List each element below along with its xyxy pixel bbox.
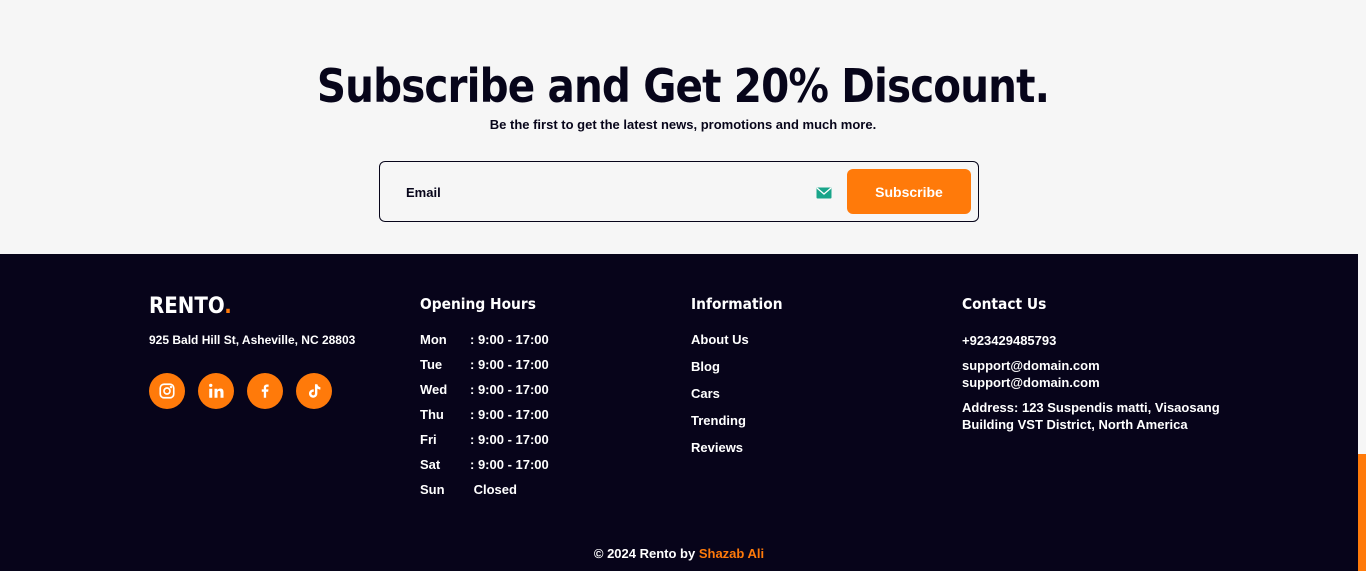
- contact-title: Contact Us: [962, 295, 1047, 313]
- link-about-us[interactable]: About Us: [691, 332, 749, 348]
- copyright-text: © 2024 Rento by: [593, 546, 699, 561]
- hours-time: : 9:00 - 17:00: [470, 407, 549, 422]
- subscribe-title: Subscribe and Get 20% Discount.: [316, 59, 1050, 113]
- link-trending[interactable]: Trending: [691, 413, 746, 429]
- information-title: Information: [691, 295, 783, 313]
- link-blog[interactable]: Blog: [691, 359, 720, 375]
- hours-day: Thu: [420, 407, 444, 422]
- hours-time: : 9:00 - 17:00: [470, 332, 549, 347]
- footer: RENTO. 925 Bald Hill St, Asheville, NC 2…: [0, 254, 1358, 571]
- hours-time: Closed: [470, 482, 517, 497]
- hours-day: Tue: [420, 357, 443, 372]
- instagram-icon[interactable]: [149, 373, 185, 409]
- contact-address: Building VST District, North America: [962, 417, 1188, 432]
- link-cars[interactable]: Cars: [691, 386, 720, 402]
- hours-row: Fri : 9:00 - 17:00: [420, 432, 549, 448]
- hours-day: Wed: [420, 382, 448, 397]
- hours-time: : 9:00 - 17:00: [470, 457, 549, 472]
- copyright: © 2024 Rento by Shazab Ali: [0, 546, 1358, 561]
- hours-time: : 9:00 - 17:00: [470, 357, 549, 372]
- hours-row: Sat : 9:00 - 17:00: [420, 457, 549, 473]
- hours-row: Sun Closed: [420, 482, 517, 498]
- tiktok-icon[interactable]: [296, 373, 332, 409]
- linkedin-icon[interactable]: [198, 373, 234, 409]
- hours-row: Tue : 9:00 - 17:00: [420, 357, 549, 373]
- logo-dot: .: [224, 294, 232, 319]
- subscribe-subtitle: Be the first to get the latest news, pro…: [489, 117, 877, 132]
- hours-day: Sat: [420, 457, 441, 472]
- hours-day: Fri: [420, 432, 437, 447]
- logo-text: RENTO: [149, 294, 225, 319]
- subscribe-form: Subscribe: [379, 161, 979, 222]
- logo[interactable]: RENTO.: [149, 294, 232, 319]
- contact-email[interactable]: support@domain.com: [962, 374, 1100, 391]
- hours-time: : 9:00 - 17:00: [470, 432, 549, 447]
- email-input[interactable]: [406, 180, 806, 204]
- hours-row: Thu : 9:00 - 17:00: [420, 407, 549, 423]
- hours-row: Wed : 9:00 - 17:00: [420, 382, 549, 398]
- contact-email[interactable]: support@domain.com: [962, 357, 1100, 374]
- contact-address: Address: 123 Suspendis matti, Visaosang: [962, 400, 1220, 415]
- opening-hours-title: Opening Hours: [420, 295, 536, 313]
- link-reviews[interactable]: Reviews: [691, 440, 743, 456]
- subscribe-section: Subscribe and Get 20% Discount. Be the f…: [0, 0, 1366, 254]
- hours-day: Sun: [420, 482, 445, 497]
- hours-time: : 9:00 - 17:00: [470, 382, 549, 397]
- hours-row: Mon : 9:00 - 17:00: [420, 332, 549, 348]
- facebook-icon[interactable]: [247, 373, 283, 409]
- hours-day: Mon: [420, 332, 447, 347]
- social-links: [149, 373, 332, 409]
- brand-address: 925 Bald Hill St, Asheville, NC 28803: [149, 333, 356, 347]
- contact-phone[interactable]: +923429485793: [962, 332, 1056, 349]
- mail-icon: [816, 186, 832, 199]
- author-link[interactable]: Shazab Ali: [699, 546, 764, 561]
- scroll-to-top-edge[interactable]: [1358, 454, 1366, 571]
- subscribe-button[interactable]: Subscribe: [847, 169, 971, 214]
